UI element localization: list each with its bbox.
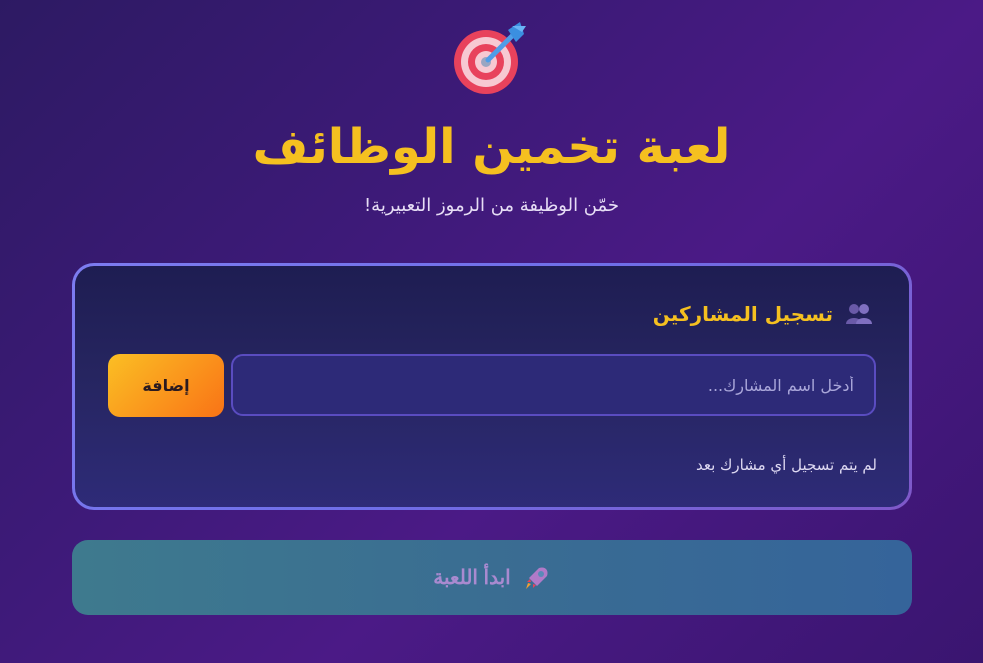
dart-target-icon <box>452 20 532 96</box>
page-subtitle: خمّن الوظيفة من الرموز التعبيرية! <box>363 195 620 216</box>
rocket-icon <box>523 564 551 592</box>
start-game-button[interactable]: ابدأ اللعبة <box>72 540 912 615</box>
registration-header: تسجيل المشاركين <box>653 302 873 326</box>
users-icon <box>845 302 873 326</box>
registration-title: تسجيل المشاركين <box>652 302 833 326</box>
empty-participants-message: لم يتم تسجيل أي مشارك بعد <box>696 456 877 474</box>
page-title: لعبة تخمين الوظائف <box>252 119 731 175</box>
registration-card: تسجيل المشاركين إضافة لم يتم تسجيل أي مش… <box>72 263 912 510</box>
start-game-label: ابدأ اللعبة <box>433 567 511 589</box>
add-participant-button[interactable]: إضافة <box>108 354 224 417</box>
participant-name-input[interactable] <box>231 354 876 416</box>
